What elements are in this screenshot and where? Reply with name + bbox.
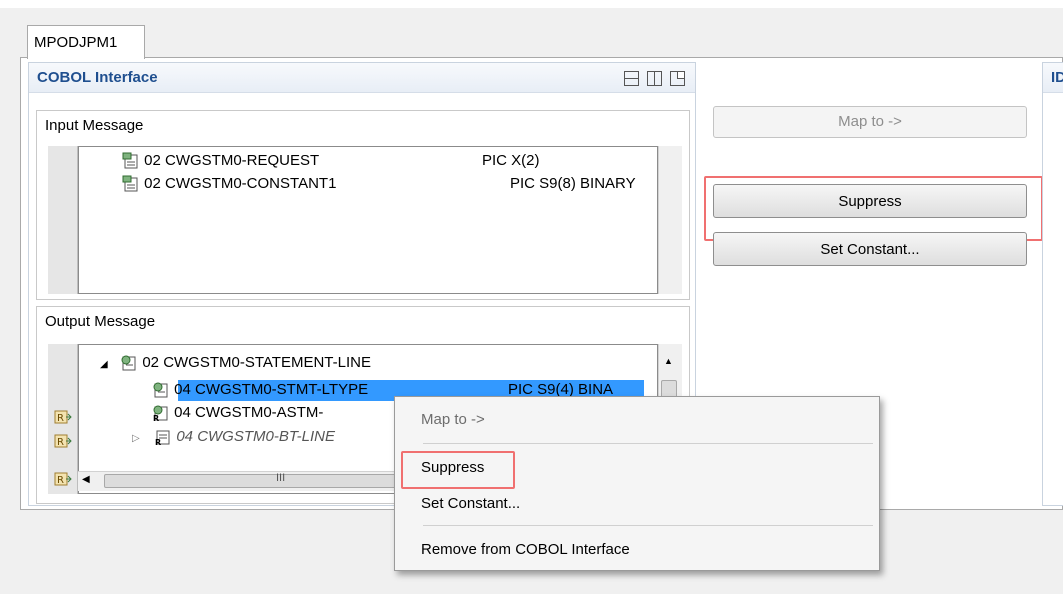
svg-text:R: R bbox=[57, 475, 64, 486]
cobol-interface-title: COBOL Interface bbox=[29, 63, 695, 93]
request-mapping-icon[interactable]: R bbox=[52, 470, 72, 490]
restore-icon[interactable] bbox=[670, 71, 685, 86]
id-panel: ID bbox=[1042, 62, 1063, 506]
request-mapping-icon[interactable]: R bbox=[52, 432, 72, 452]
input-message-title: Input Message bbox=[45, 117, 144, 134]
menu-item-remove[interactable]: Remove from COBOL Interface bbox=[421, 539, 630, 561]
output-row-selected[interactable]: 04 CWGSTM0-STMT-LTYPE bbox=[152, 379, 368, 401]
output-field-name: 04 CWGSTM0-ASTM- bbox=[174, 404, 324, 421]
input-field-name: 02 CWGSTM0-CONSTANT1 bbox=[144, 175, 337, 192]
id-panel-title: ID bbox=[1043, 63, 1063, 93]
svg-text:R: R bbox=[57, 413, 64, 424]
output-field-name: 04 CWGSTM0-BT-LINE bbox=[176, 428, 335, 445]
redefine-field-icon: R bbox=[155, 430, 170, 446]
input-vscroll[interactable] bbox=[658, 146, 682, 294]
map-to-button[interactable]: Map to -> bbox=[713, 106, 1027, 138]
vertical-layout-icon[interactable] bbox=[647, 71, 662, 86]
menu-suppress-highlight bbox=[401, 451, 515, 489]
output-row[interactable]: ◢ 02 CWGSTM0-STATEMENT-LINE bbox=[100, 352, 371, 374]
input-row[interactable]: 02 CWGSTM0-CONSTANT1 bbox=[122, 173, 336, 195]
scroll-up-icon[interactable]: ▲ bbox=[664, 356, 673, 366]
scroll-left-icon[interactable]: ◀ bbox=[82, 474, 90, 485]
set-constant-button[interactable]: Set Constant... bbox=[713, 232, 1027, 266]
output-row[interactable]: R 04 CWGSTM0-ASTM- bbox=[152, 402, 323, 424]
redefine-field-icon: R bbox=[153, 405, 168, 422]
group-field-icon bbox=[153, 382, 168, 398]
output-field-name: 02 CWGSTM0-STATEMENT-LINE bbox=[142, 354, 371, 371]
field-icon bbox=[122, 152, 138, 169]
tab-bar bbox=[20, 22, 1063, 58]
output-message-title: Output Message bbox=[45, 313, 156, 330]
hscroll-grip: III bbox=[276, 472, 286, 484]
collapse-arrow-icon[interactable]: ◢ bbox=[100, 354, 116, 376]
menu-separator bbox=[423, 525, 873, 526]
input-field-pic: PIC S9(8) BINARY bbox=[510, 175, 636, 192]
output-field-name: 04 CWGSTM0-STMT-LTYPE bbox=[174, 381, 369, 398]
request-mapping-icon[interactable]: R bbox=[52, 408, 72, 428]
section-toolbar bbox=[624, 71, 685, 86]
top-strip bbox=[0, 0, 1063, 8]
expand-arrow-icon[interactable]: ▷ bbox=[132, 428, 150, 450]
tab-mpodjpm1[interactable]: MPODJPM1 bbox=[27, 25, 145, 59]
menu-separator bbox=[423, 443, 873, 444]
suppress-button[interactable]: Suppress bbox=[713, 184, 1027, 218]
input-gutter bbox=[48, 146, 78, 294]
input-field-pic: PIC X(2) bbox=[482, 152, 540, 169]
svg-text:R: R bbox=[153, 414, 159, 422]
menu-item-set-constant[interactable]: Set Constant... bbox=[421, 493, 520, 515]
output-row[interactable]: ▷ R 04 CWGSTM0-BT-LINE bbox=[132, 426, 335, 448]
input-row[interactable]: 02 CWGSTM0-REQUEST bbox=[122, 150, 319, 172]
input-field-name: 02 CWGSTM0-REQUEST bbox=[144, 152, 320, 169]
horizontal-layout-icon[interactable] bbox=[624, 71, 639, 86]
field-icon bbox=[122, 175, 138, 192]
menu-item-map-to[interactable]: Map to -> bbox=[421, 409, 485, 431]
svg-text:R: R bbox=[155, 438, 161, 446]
svg-text:R: R bbox=[57, 437, 64, 448]
group-field-icon bbox=[121, 355, 136, 371]
